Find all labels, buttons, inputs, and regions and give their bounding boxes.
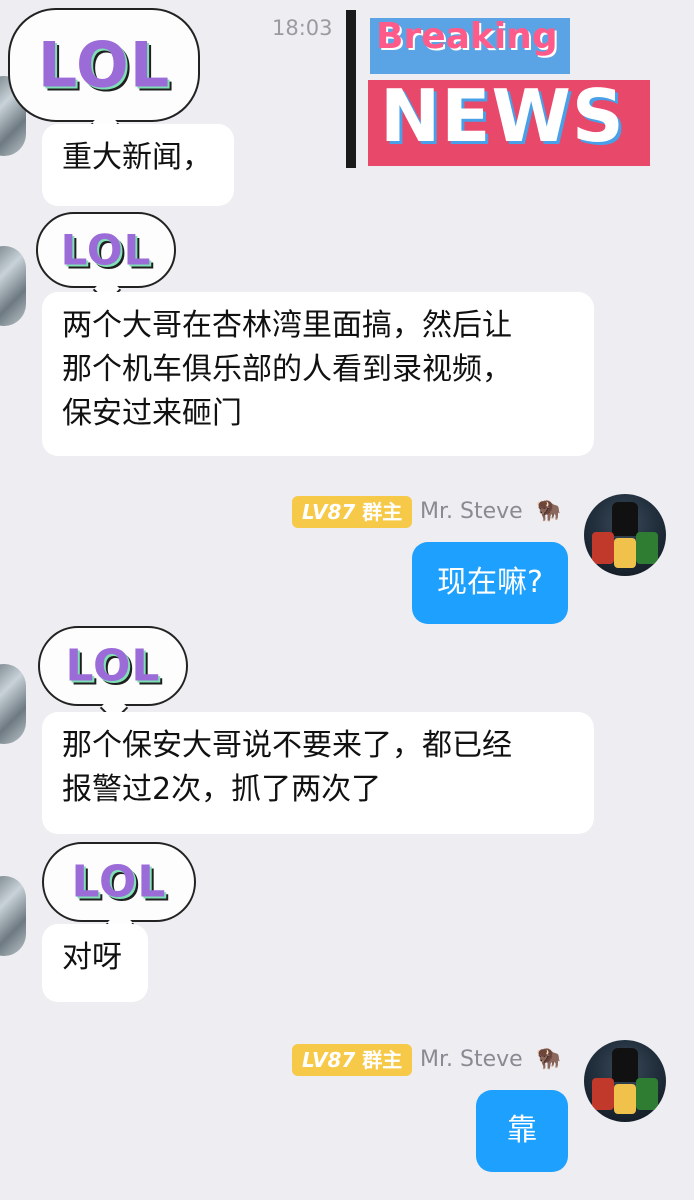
role-text: 群主 — [362, 1048, 403, 1072]
level-badge: LV87 群主 — [292, 496, 412, 528]
avatar[interactable] — [0, 664, 26, 744]
sender-name: Mr. Steve — [420, 499, 523, 524]
sticker-news-text: NEWS — [380, 74, 625, 158]
lol-sticker[interactable]: LOL — [42, 842, 196, 922]
avatar-figure — [612, 1048, 638, 1082]
message-text: 现在嘛? — [437, 565, 543, 600]
avatar-figure — [592, 532, 614, 564]
lol-text: LOL — [60, 225, 152, 275]
avatar[interactable] — [584, 1040, 666, 1122]
message-text-line: 那个保安大哥说不要来了，都已经 — [62, 728, 512, 763]
avatar-figure — [612, 502, 638, 536]
avatar[interactable] — [584, 494, 666, 576]
avatar-figure — [636, 532, 658, 564]
avatar-figure — [614, 1084, 636, 1114]
level-text: LV87 — [302, 1048, 356, 1072]
lol-sticker[interactable]: LOL — [36, 212, 176, 288]
timestamp: 18:03 — [272, 16, 333, 40]
sticker-bar — [346, 10, 356, 168]
avatar-figure — [592, 1078, 614, 1110]
message-text: 对呀 — [62, 940, 122, 975]
message-bubble[interactable]: 那个保安大哥说不要来了，都已经 报警过2次，抓了两次了 — [42, 712, 594, 834]
role-text: 群主 — [362, 500, 403, 524]
message-bubble[interactable]: 两个大哥在杏林湾里面搞，然后让 那个机车俱乐部的人看到录视频， 保安过来砸门 — [42, 292, 594, 456]
message-bubble[interactable]: 对呀 — [42, 924, 148, 1002]
lol-text: LOL — [71, 856, 167, 908]
message-bubble-self[interactable]: 靠 — [476, 1090, 568, 1172]
lol-text: LOL — [65, 640, 161, 692]
bison-icon: 🦬 — [536, 498, 561, 522]
avatar[interactable] — [0, 246, 26, 326]
level-text: LV87 — [302, 500, 356, 524]
message-text: 重大新闻， — [62, 140, 212, 175]
sender-name: Mr. Steve — [420, 1047, 523, 1072]
message-text-line: 保安过来砸门 — [62, 396, 242, 431]
level-badge: LV87 群主 — [292, 1044, 412, 1076]
message-bubble-self[interactable]: 现在嘛? — [412, 542, 568, 624]
bison-icon: 🦬 — [536, 1046, 561, 1070]
lol-sticker[interactable]: LOL — [8, 8, 200, 122]
lol-sticker[interactable]: LOL — [38, 626, 188, 706]
message-text: 靠 — [507, 1113, 537, 1148]
message-text-line: 报警过2次，抓了两次了 — [62, 772, 382, 807]
message-text-line: 那个机车俱乐部的人看到录视频， — [62, 352, 512, 387]
message-text-line: 两个大哥在杏林湾里面搞，然后让 — [62, 308, 512, 343]
avatar-figure — [614, 538, 636, 568]
sticker-breaking-text: Breaking — [376, 16, 558, 57]
avatar-figure — [636, 1078, 658, 1110]
lol-text: LOL — [37, 28, 171, 102]
message-bubble[interactable]: 重大新闻， — [42, 124, 234, 206]
avatar[interactable] — [0, 876, 26, 956]
